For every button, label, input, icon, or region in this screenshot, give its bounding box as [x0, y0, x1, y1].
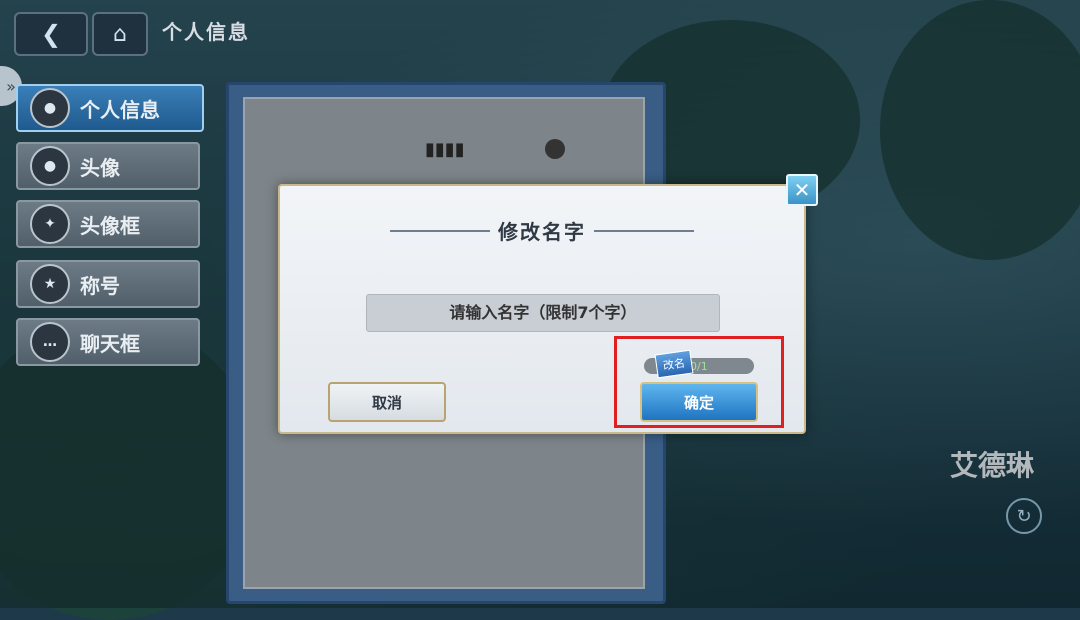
home-button[interactable]: ⌂ — [92, 12, 148, 56]
sidebar-item-title[interactable]: ★ 称号 — [16, 260, 200, 308]
sidebar-item-label: 聊天框 — [80, 331, 140, 356]
medal-icon: ★ — [30, 264, 70, 304]
sidebar-item-label: 头像框 — [80, 213, 140, 238]
sidebar-item-avatar-frame[interactable]: ✦ 头像框 — [16, 200, 200, 248]
home-icon: ⌂ — [113, 21, 127, 47]
arrow-left-icon: ❮ — [40, 20, 62, 48]
avatar-icon: ● — [30, 146, 70, 186]
player-name-blurred: ▮▮▮▮ — [425, 139, 465, 160]
character-name: 艾德琳 — [950, 449, 1035, 482]
sidebar-item-profile[interactable]: ● 个人信息 — [16, 84, 204, 132]
name-input[interactable]: 请输入名字（限制7个字） — [366, 294, 720, 332]
highlight-box — [614, 336, 784, 428]
double-chevron-right-icon: » — [6, 76, 16, 96]
sidebar-item-label: 个人信息 — [80, 97, 160, 122]
back-button[interactable]: ❮ — [14, 12, 88, 56]
avatar-frame-icon: ✦ — [30, 204, 70, 244]
dialog-title: 修改名字 — [498, 220, 586, 244]
sidebar-item-label: 称号 — [80, 273, 120, 298]
refresh-icon[interactable]: ↻ — [1006, 498, 1042, 534]
cancel-button[interactable]: 取消 — [328, 382, 446, 422]
user-icon: ● — [30, 88, 70, 128]
sidebar-item-chat-frame[interactable]: … 聊天框 — [16, 318, 200, 366]
chat-bubble-icon: … — [30, 322, 70, 362]
sidebar-item-label: 头像 — [80, 155, 120, 180]
sidebar-item-avatar[interactable]: ● 头像 — [16, 142, 200, 190]
page-title: 个人信息 — [162, 20, 250, 44]
close-dialog-button[interactable]: ✕ — [786, 174, 818, 206]
close-icon: ✕ — [793, 178, 811, 202]
edit-name-icon[interactable] — [545, 139, 565, 159]
